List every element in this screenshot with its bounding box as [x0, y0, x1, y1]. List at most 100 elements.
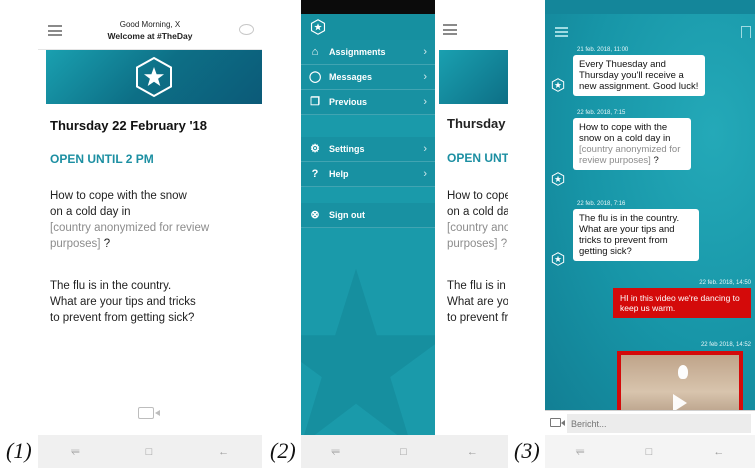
incoming-message: How to cope with the snow on a cold day … — [573, 118, 691, 170]
home-button-icon[interactable]: □ — [146, 446, 153, 458]
video-camera-icon[interactable] — [550, 418, 565, 427]
chevron-right-icon: › — [423, 71, 427, 83]
speech-bubble-icon: ◯ — [309, 71, 322, 83]
menu-spacer — [301, 115, 435, 137]
back-arrow-icon[interactable]: ← — [467, 446, 478, 458]
anonymized-text: purposes] — [50, 238, 101, 250]
greeting-text: Good Morning, X — [119, 20, 181, 29]
question-line: The flu is in the country. — [50, 280, 172, 292]
menu-label: Assignments — [329, 47, 386, 57]
anonymized-text: [country anonymized for review — [50, 222, 210, 234]
menu-label: Sign out — [329, 210, 365, 220]
video-camera-icon[interactable] — [138, 407, 160, 419]
question-line: How to cope with the snow — [50, 190, 187, 202]
banner — [46, 50, 262, 104]
menu-icon[interactable] — [443, 24, 457, 35]
menu-label: Messages — [329, 72, 373, 82]
hexagon-star-logo-icon — [310, 19, 326, 35]
copy-icon: ❐ — [310, 96, 320, 108]
back-arrow-icon[interactable]: ← — [713, 446, 724, 458]
home-button-icon[interactable]: □ — [400, 446, 407, 458]
chevron-right-icon: › — [423, 96, 427, 108]
decorative-star-icon — [301, 268, 435, 435]
welcome-text: Welcome at #TheDay — [107, 31, 193, 41]
video-message[interactable] — [617, 351, 743, 410]
chevron-right-icon: › — [423, 168, 427, 180]
peek-content: Thursday 22 OPEN UNTIL How to cope on a … — [435, 0, 508, 435]
menu-label: Help — [329, 169, 349, 179]
home-icon[interactable] — [741, 26, 751, 38]
message-timestamp: 22 feb. 2018, 7:16 — [577, 201, 626, 207]
bot-avatar-icon — [551, 78, 565, 92]
bot-avatar-icon — [551, 252, 565, 266]
menu-item-sign-out[interactable]: ⊗ Sign out — [301, 203, 435, 228]
peek-line: [country ano — [447, 222, 508, 234]
menu-item-settings[interactable]: ⚙ Settings › — [301, 137, 435, 162]
question-mark: ? — [650, 155, 659, 166]
status-bar — [38, 0, 262, 14]
incoming-message: Every Thuesday and Thursday you'll recei… — [573, 55, 705, 96]
back-arrow-icon[interactable]: ← — [218, 446, 229, 458]
menu-icon[interactable] — [48, 25, 62, 36]
outgoing-message: HI in this video we're dancing to keep u… — [613, 288, 751, 318]
menu-spacer — [301, 187, 435, 203]
menu-item-messages[interactable]: ◯ Messages › — [301, 65, 435, 90]
android-nav-bar: ⥫ □ ← — [38, 435, 262, 468]
recent-apps-icon[interactable]: ⥫ — [71, 445, 80, 458]
gear-icon: ⚙ — [310, 143, 320, 155]
android-nav-bar: ⥫ □ ← — [545, 435, 755, 468]
message-timestamp: 22 feb. 2018, 7:15 — [577, 110, 626, 116]
message-text: How to cope with the snow on a cold day … — [579, 122, 671, 144]
message-timestamp: 21 feb. 2018, 11:00 — [577, 47, 629, 53]
menu-icon[interactable] — [555, 27, 568, 37]
question-line: on a cold day in — [50, 206, 131, 218]
incoming-message: The flu is in the country. What are your… — [573, 209, 699, 261]
menu-item-help[interactable]: ? Help › — [301, 162, 435, 187]
lamp-shape — [677, 365, 688, 379]
greeting: Good Morning, X Welcome at #TheDay — [78, 20, 222, 41]
menu-label: Settings — [329, 144, 365, 154]
play-icon[interactable] — [673, 393, 687, 410]
open-until-text: OPEN UNTIL 2 PM — [50, 152, 154, 166]
question-line: to prevent from getting sick? — [50, 312, 195, 324]
peek-line: The flu is in t — [447, 280, 508, 292]
menu-label: Previous — [329, 97, 368, 107]
home-icon: ⌂ — [311, 46, 319, 58]
figure-label-2: (2) — [270, 438, 296, 463]
bot-avatar-icon — [551, 172, 565, 186]
close-circle-icon: ⊗ — [310, 209, 320, 221]
chevron-right-icon: › — [423, 46, 427, 58]
home-button-icon[interactable]: □ — [646, 446, 653, 458]
recent-apps-icon[interactable]: ⥫ — [331, 445, 340, 458]
navigation-drawer: ⌂ Assignments › ◯ Messages › ❐ Previous … — [301, 14, 435, 435]
hexagon-star-logo-icon — [136, 56, 172, 98]
chat-thread[interactable]: 21 feb. 2018, 11:00 Every Thuesday and T… — [545, 14, 755, 410]
question-mark: ? — [100, 238, 111, 250]
chat-bubble-icon[interactable] — [239, 24, 254, 35]
menu-item-assignments[interactable]: ⌂ Assignments › — [301, 40, 435, 65]
peek-date-title: Thursday 22 — [447, 116, 508, 131]
android-nav-bar: ⥫ □ ← — [301, 435, 508, 468]
video-thumbnail — [621, 355, 739, 410]
menu-item-previous[interactable]: ❐ Previous › — [301, 90, 435, 115]
message-composer — [545, 410, 755, 435]
peek-line: on a cold day — [447, 206, 508, 218]
help-icon: ? — [311, 168, 319, 180]
date-title: Thursday 22 February '18 — [50, 118, 207, 133]
message-timestamp: 22 feb. 2018, 14:50 — [699, 280, 751, 286]
screen-menu-drawer: Thursday 22 OPEN UNTIL How to cope on a … — [301, 0, 508, 468]
drawer-header — [301, 14, 435, 40]
question-line: What are your tips and tricks — [50, 296, 196, 308]
peek-line: How to cope — [447, 190, 508, 202]
peek-line: to prevent fr — [447, 312, 508, 324]
message-input[interactable] — [567, 414, 751, 433]
peek-line: purposes] ? — [447, 238, 508, 250]
question-1: How to cope with the snow on a cold day … — [50, 188, 250, 252]
figure-label-3: (3) — [514, 438, 540, 463]
top-bar: Good Morning, X Welcome at #TheDay — [38, 14, 262, 50]
chevron-right-icon: › — [423, 143, 427, 155]
recent-apps-icon[interactable]: ⥫ — [576, 445, 585, 458]
anonymized-text: [country anonymized for review purposes] — [579, 144, 681, 166]
screen-chat: 21 feb. 2018, 11:00 Every Thuesday and T… — [545, 0, 755, 468]
question-2: The flu is in the country. What are your… — [50, 278, 250, 326]
